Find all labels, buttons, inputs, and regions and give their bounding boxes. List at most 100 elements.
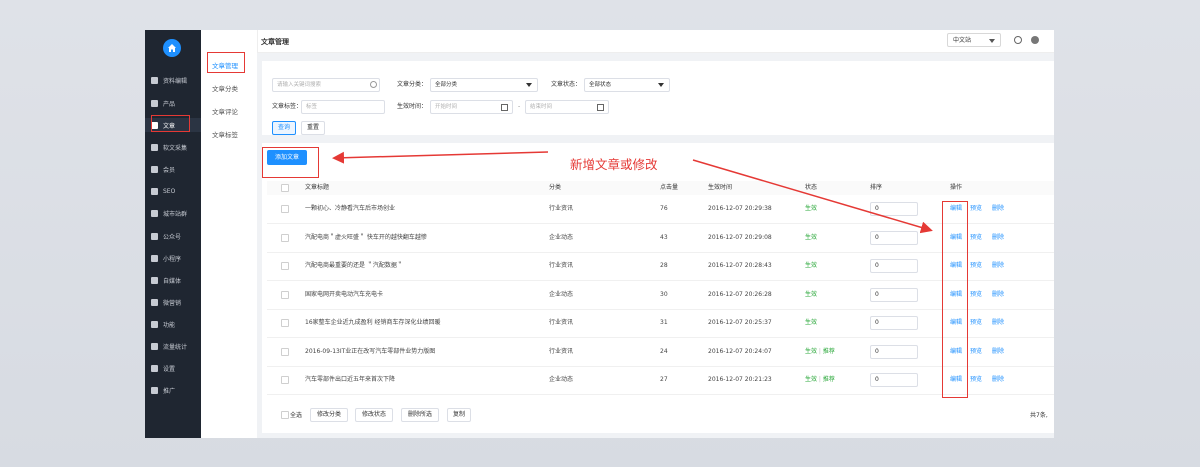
table-row: 汽车零部件出口近五年来首次下降 企业动态 27 2016-12-07 20:21:23… — [267, 366, 1054, 395]
help-icon[interactable] — [1031, 36, 1039, 44]
status-text: 生效 — [805, 233, 818, 241]
delete-selected-button[interactable]: 删除所选 — [401, 408, 439, 422]
status-badge[interactable]: 生效 — [805, 224, 817, 252]
sort-input[interactable]: 0 — [870, 202, 918, 216]
delete-link[interactable]: 删除 — [992, 195, 1004, 223]
sort-input[interactable]: 0 — [870, 344, 918, 359]
bars-icon — [151, 76, 158, 84]
document-icon — [151, 143, 158, 151]
article-category: 企业动态 — [549, 376, 574, 383]
change-status-button[interactable]: 修改状态 — [355, 408, 393, 422]
sub-item-article-category[interactable]: 文章分类 — [212, 83, 238, 93]
sort-input[interactable]: 0 — [870, 287, 918, 302]
article-title[interactable]: 汽车零部件出口近五年来首次下降 — [305, 366, 395, 394]
delete-link[interactable]: 删除 — [992, 281, 1004, 309]
search-icon — [370, 81, 377, 88]
status-select[interactable]: 全部状态 — [584, 78, 670, 92]
nav-item-label: 公众号 — [163, 233, 182, 241]
sort-input[interactable]: 0 — [870, 259, 918, 273]
preview-link[interactable]: 预览 — [970, 195, 982, 223]
table-row: 2016-09-13IT业正在改写汽车零部件业势力版图 行业资讯 24 2016-12… — [267, 338, 1054, 367]
article-title[interactable]: 16家整车企业近九成盈利 经销商车存深化业绩回暖 — [305, 309, 441, 337]
nav-item-12[interactable]: 流量统计 — [145, 339, 201, 353]
delete-link[interactable]: 删除 — [992, 252, 1004, 280]
sub-item-article-tag[interactable]: 文章标签 — [212, 129, 238, 139]
article-list-panel: 添加文章 文章标题 分类 点击量 生效时间 状态 排序 操作 一颗初心、冷静看汽… — [262, 143, 1054, 433]
media-icon — [151, 276, 158, 284]
article-category: 企业动态 — [549, 290, 574, 298]
delete-link[interactable]: 删除 — [992, 224, 1004, 252]
reset-button[interactable]: 重置 — [301, 121, 325, 135]
nav-item-label: 微营销 — [163, 299, 182, 307]
status-text: 生效 — [805, 262, 818, 269]
article-time: 2016-12-07 20:29:08 — [708, 233, 772, 241]
tag-input[interactable]: 标签 — [301, 100, 385, 114]
row-checkbox[interactable] — [281, 319, 289, 327]
article-views: 27 — [660, 376, 668, 383]
end-date-input[interactable]: 结束时间 — [525, 100, 609, 114]
preview-link[interactable]: 预览 — [970, 366, 982, 394]
article-title[interactable]: 汽配电商＂虚火旺盛＂ 快车开的越快翻车越惨 — [305, 224, 427, 252]
refresh-icon[interactable] — [1014, 36, 1022, 44]
row-checkbox[interactable] — [281, 262, 289, 270]
nav-item-label: 推广 — [163, 387, 176, 395]
row-checkbox[interactable] — [281, 233, 289, 242]
row-checkbox[interactable] — [281, 347, 289, 356]
select-all-checkbox-header[interactable] — [281, 184, 289, 192]
sort-input[interactable]: 0 — [870, 373, 918, 387]
preview-link[interactable]: 预览 — [970, 224, 982, 252]
nav-item-13[interactable]: 设置 — [145, 361, 201, 375]
status-badge[interactable]: 生效 | 推荐 — [805, 366, 835, 394]
status-badge[interactable]: 生效 — [805, 195, 817, 223]
nav-item-3[interactable]: 软文采集 — [145, 140, 201, 154]
page-title: 文章管理 — [261, 38, 289, 46]
wrench-icon — [151, 320, 158, 328]
nav-item-6[interactable]: 城市站群 — [145, 206, 201, 220]
nav-item-0[interactable]: 资料编辑 — [145, 73, 201, 87]
row-checkbox[interactable] — [281, 290, 289, 299]
preview-link[interactable]: 预览 — [970, 309, 982, 337]
table-row: 汽配电商最重要的还是 ＂汽配数据＂ 行业资讯 28 2016-12-07 20:28:… — [267, 252, 1054, 281]
status-badge[interactable]: 生效 — [805, 309, 817, 337]
sort-input[interactable]: 0 — [870, 230, 918, 245]
keyword-search-input[interactable]: 请输入关键词搜索 — [272, 78, 380, 92]
status-badge[interactable]: 生效 — [805, 252, 817, 280]
copy-button[interactable]: 复制 — [447, 408, 471, 422]
nav-item-7[interactable]: 公众号 — [145, 229, 201, 243]
nav-item-10[interactable]: 微营销 — [145, 295, 201, 309]
row-checkbox[interactable] — [281, 376, 289, 384]
nav-item-9[interactable]: 自媒体 — [145, 273, 201, 287]
select-all-checkbox[interactable] — [281, 411, 289, 419]
article-title[interactable]: 汽配电商最重要的还是 ＂汽配数据＂ — [305, 252, 403, 280]
delete-link[interactable]: 删除 — [992, 366, 1004, 394]
row-checkbox[interactable] — [281, 205, 289, 213]
category-select[interactable]: 全部分类 — [430, 78, 538, 92]
preview-link[interactable]: 预览 — [970, 252, 982, 280]
delete-link[interactable]: 删除 — [992, 309, 1004, 337]
sub-item-article-comment[interactable]: 文章评论 — [212, 106, 238, 116]
article-views: 28 — [660, 262, 668, 269]
range-separator: - — [518, 103, 521, 110]
main-sidebar: 资料编辑 产品 文章 软文采集 会员 SEO 城市站群 公众号 小程序 自媒体 微营销 功能 流量统计设… — [145, 30, 201, 438]
status-badge[interactable]: 生效 | 推荐 — [805, 338, 835, 366]
chat-icon — [151, 232, 158, 240]
start-date-input[interactable]: 开始时间 — [430, 100, 513, 114]
site-select[interactable]: 中文站 — [947, 33, 1001, 47]
nav-item-4[interactable]: 会员 — [145, 162, 201, 176]
home-logo-icon[interactable] — [163, 39, 181, 57]
change-category-button[interactable]: 修改分类 — [310, 408, 348, 422]
preview-link[interactable]: 预览 — [970, 338, 982, 366]
status-badge[interactable]: 生效 — [805, 281, 817, 309]
nav-item-5[interactable]: SEO — [145, 184, 201, 198]
query-button[interactable]: 查询 — [272, 121, 296, 135]
article-title[interactable]: 国家电网开卖电动汽车充电卡 — [305, 281, 383, 309]
nav-item-1[interactable]: 产品 — [145, 96, 201, 110]
article-title[interactable]: 一颗初心、冷静看汽车后市场创业 — [305, 195, 395, 223]
sort-input[interactable]: 0 — [870, 316, 918, 330]
nav-item-8[interactable]: 小程序 — [145, 251, 201, 265]
delete-link[interactable]: 删除 — [992, 338, 1004, 366]
preview-link[interactable]: 预览 — [970, 281, 982, 309]
nav-item-11[interactable]: 功能 — [145, 317, 201, 331]
nav-item-14[interactable]: 推广 — [145, 383, 201, 397]
article-title[interactable]: 2016-09-13IT业正在改写汽车零部件业势力版图 — [305, 338, 435, 366]
